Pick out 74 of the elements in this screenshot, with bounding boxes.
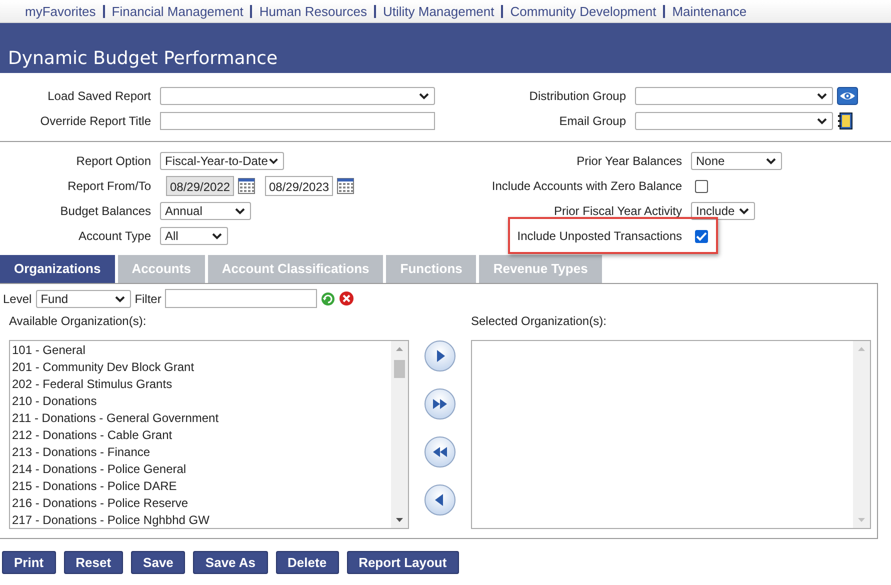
caret-icon — [268, 157, 279, 165]
action-button[interactable]: Reset — [64, 551, 124, 574]
list-item[interactable]: 211 - Donations - General Government — [12, 410, 219, 427]
field-label: Account Type — [78, 229, 151, 243]
dropdown[interactable]: Annual — [160, 202, 251, 220]
calendar-icon[interactable] — [238, 178, 255, 194]
field-label: Include Unposted Transactions — [516, 229, 682, 243]
available-list[interactable] — [9, 340, 409, 529]
eye-icon[interactable] — [837, 87, 858, 105]
caret-icon — [418, 92, 430, 100]
nav-link[interactable]: Utility Management — [374, 4, 494, 18]
nav-link[interactable]: Community Development — [501, 4, 656, 18]
field-label: Include Accounts with Zero Balance — [490, 179, 682, 193]
filter-field[interactable] — [165, 289, 318, 308]
list-item[interactable]: 212 - Donations - Cable Grant — [12, 427, 219, 444]
move-all-right-icon[interactable] — [424, 388, 456, 420]
calendar-icon[interactable] — [337, 178, 354, 194]
list-item[interactable]: 213 - Donations - Finance — [12, 444, 219, 461]
address-book-icon[interactable] — [837, 112, 853, 130]
dropdown[interactable]: All — [160, 227, 228, 245]
move-left-icon[interactable] — [424, 484, 456, 516]
scrollbar[interactable] — [853, 341, 870, 528]
caret-icon — [816, 92, 828, 100]
action-button[interactable]: Save — [131, 551, 186, 574]
list-item[interactable]: 101 - General — [12, 342, 219, 359]
checkbox[interactable] — [695, 230, 708, 242]
caret-icon — [816, 117, 828, 125]
nav-link[interactable]: Financial Management — [102, 4, 244, 18]
checkbox[interactable] — [695, 180, 708, 192]
nav-link[interactable]: Maintenance — [663, 4, 747, 18]
field-label: Load Saved Report — [46, 89, 151, 103]
caret-icon — [234, 207, 246, 215]
level-dropdown[interactable]: Fund — [36, 290, 131, 308]
dropdown[interactable]: Fiscal-Year-to-Date — [160, 152, 284, 170]
dropdown[interactable]: None — [691, 152, 782, 170]
refresh-icon[interactable] — [321, 292, 336, 306]
field-label: Distribution Group — [528, 89, 626, 103]
field-label: Report Option — [75, 154, 151, 168]
tab[interactable]: Organizations — [0, 255, 115, 283]
field-label: Email Group — [558, 114, 626, 128]
action-button[interactable]: Report Layout — [346, 551, 459, 574]
caret-icon — [211, 232, 223, 240]
list-title: Available Organization(s): — [9, 314, 148, 330]
level-label: Level — [3, 292, 32, 306]
date-field[interactable]: 08/29/2023 — [265, 176, 333, 196]
list-item[interactable]: 214 - Donations - Police General — [12, 461, 219, 478]
list-title: Selected Organization(s): — [471, 314, 608, 330]
clear-icon[interactable] — [339, 291, 354, 306]
list-item[interactable]: 202 - Federal Stimulus Grants — [12, 376, 219, 393]
field-label: Prior Fiscal Year Activity — [552, 204, 682, 218]
field-label: Prior Year Balances — [576, 154, 682, 168]
field-label: Budget Balances — [59, 204, 151, 218]
page-title: Dynamic Budget Performance — [8, 48, 278, 69]
list-item[interactable]: 217 - Donations - Police Nghbhd GW — [12, 512, 219, 529]
dropdown[interactable]: Include — [691, 202, 755, 220]
list-item[interactable]: 201 - Community Dev Block Grant — [12, 359, 219, 376]
move-right-icon[interactable] — [424, 340, 456, 372]
field-label: Report From/To — [66, 179, 151, 193]
list-item[interactable]: 210 - Donations — [12, 393, 219, 410]
text-field[interactable] — [160, 112, 435, 130]
caret-icon — [114, 294, 126, 302]
list-item[interactable]: 216 - Donations - Police Reserve — [12, 495, 219, 512]
list-item[interactable]: 215 - Donations - Police DARE — [12, 478, 219, 495]
nav-link[interactable]: myFavorites — [25, 4, 96, 18]
field-label: Override Report Title — [39, 114, 151, 128]
filter-label: Filter — [134, 292, 162, 306]
move-all-left-icon[interactable] — [424, 436, 456, 468]
caret-icon — [765, 157, 777, 165]
action-button[interactable]: Delete — [276, 551, 339, 574]
caret-icon — [738, 207, 750, 215]
nav-link[interactable]: Human Resources — [250, 4, 367, 18]
scrollbar[interactable] — [391, 341, 408, 528]
action-button[interactable]: Print — [2, 551, 56, 574]
action-button[interactable]: Save As — [193, 551, 268, 574]
